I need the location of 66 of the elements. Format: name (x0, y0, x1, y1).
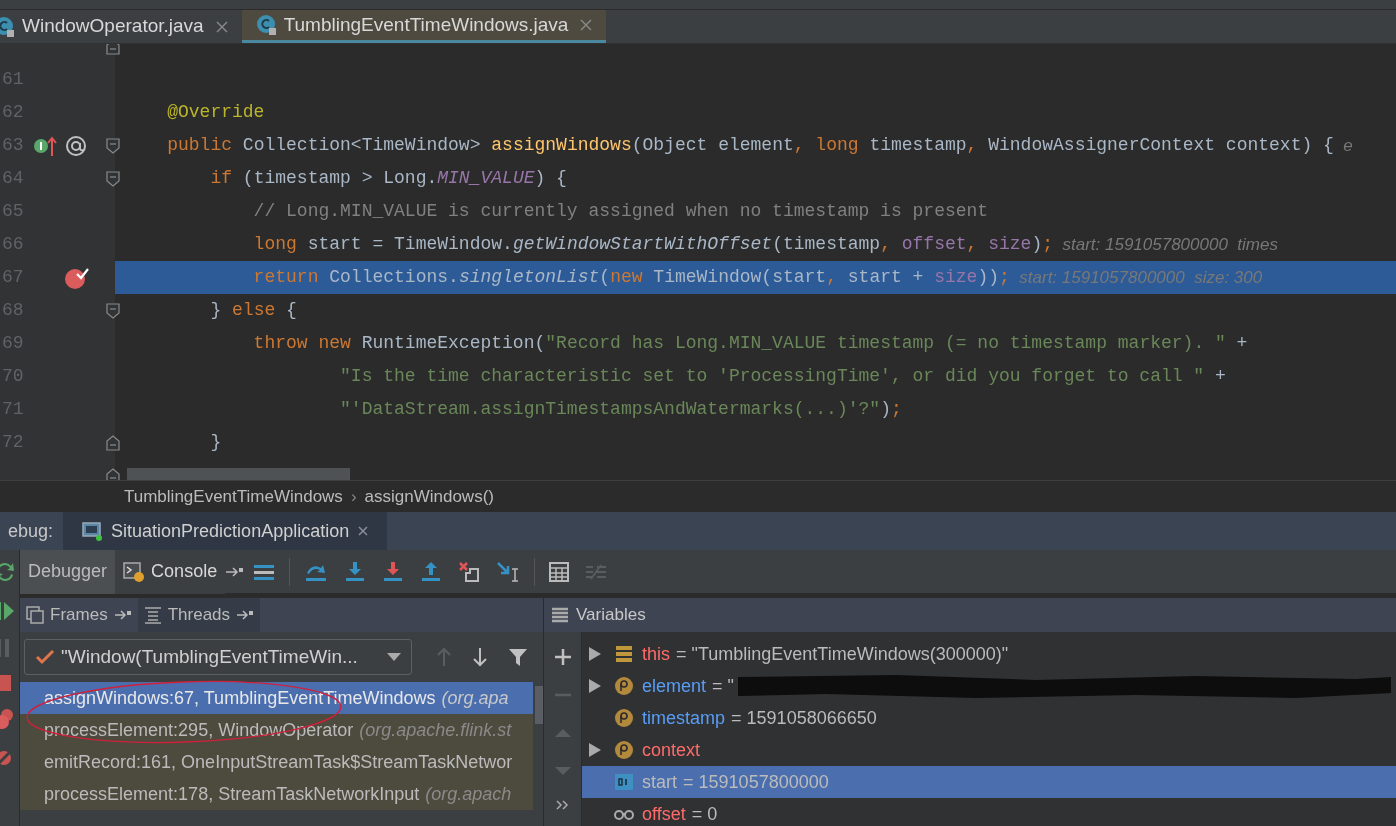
class-file-icon (0, 15, 16, 38)
force-step-into-icon[interactable] (382, 560, 405, 583)
console-icon (123, 560, 146, 583)
close-icon (215, 20, 228, 33)
panel-tab[interactable]: Threads (137, 598, 261, 632)
code-line: throw new RuntimeException("Record has Long.MIN_VALUE timestamp (= no timestamp marker). " + (252, 332, 1249, 355)
code-line: } else { (209, 299, 298, 322)
close-icon[interactable] (357, 525, 370, 537)
local-variable-icon (614, 772, 635, 792)
variable-row[interactable]: this = "TumblingEventTimeWindows(300000)" (582, 638, 1396, 670)
up-arrow-icon[interactable] (436, 647, 453, 667)
code-line: if (timestamp > Long.MIN_VALUE) { (209, 167, 568, 190)
more-icon[interactable] (555, 800, 570, 810)
scrollbar-thumb[interactable] (535, 686, 544, 724)
pin-icon (113, 609, 132, 621)
threads-icon (143, 606, 162, 624)
parameter-icon (614, 740, 635, 760)
code-line: @Override (166, 101, 266, 124)
pin-icon[interactable] (225, 565, 246, 578)
resume-icon[interactable] (0, 600, 14, 622)
stack-frame[interactable]: emitRecord:161, OneInputStreamTask$StreamTaskNetwor (20, 746, 534, 778)
scrollbar-thumb[interactable] (127, 468, 350, 480)
breadcrumb-item[interactable]: assignWindows() (364, 483, 494, 510)
panel-tab[interactable]: Frames (20, 598, 138, 632)
drop-frame-icon[interactable] (458, 560, 481, 583)
rerun-icon[interactable] (0, 560, 16, 584)
filter-icon[interactable] (508, 647, 529, 667)
class-file-icon (255, 14, 278, 36)
caret-icon (387, 653, 402, 661)
trace-icon[interactable] (585, 562, 608, 581)
debug-label: ebug: (8, 519, 54, 543)
tool-tab[interactable]: Debugger (20, 549, 116, 594)
check-icon (35, 649, 56, 665)
down-arrow-icon[interactable] (472, 647, 489, 667)
step-into-icon[interactable] (344, 560, 367, 583)
parameter-icon (614, 676, 635, 696)
code-line: // Long.MIN_VALUE is currently assigned when no timestamp is present (252, 200, 990, 223)
breadcrumb-item[interactable]: TumblingEventTimeWindows (124, 483, 343, 510)
pause-icon[interactable] (0, 638, 12, 658)
code-line: long start = TimeWindow.getWindowStartWithOffset(timestamp, offset, size); start: 1591057800000 times (252, 233, 1279, 256)
add-icon[interactable] (553, 648, 572, 666)
parameter-icon (614, 708, 635, 728)
panel-title: Variables (576, 604, 646, 627)
session-tab[interactable]: SituationPredictionApplication (63, 512, 388, 550)
frames-icon (26, 606, 45, 624)
variable-row[interactable]: offset = 0 (582, 798, 1396, 826)
breadcrumb-separator: › (350, 485, 357, 508)
application-window-icon (81, 521, 104, 541)
code-line: } (209, 431, 223, 454)
variable-row[interactable]: element = " (582, 670, 1396, 702)
field-icon (614, 644, 635, 664)
editor-tab[interactable]: TumblingEventTimeWindows.java (241, 10, 607, 43)
list-icon (552, 607, 569, 623)
stack-frame[interactable]: processElement:178, StreamTaskNetworkInput (org.apach (20, 778, 534, 810)
calculator-icon[interactable] (549, 561, 570, 582)
breakpoints-icon[interactable] (0, 708, 16, 730)
step-out-icon[interactable] (420, 560, 443, 583)
code-line: "Is the time characteristic set to 'ProcessingTime', or did you forget to call " + (339, 365, 1227, 388)
code-line: public Collection<TimeWindow> assignWindows(Object element, long timestamp, WindowAssignerContext context) { e (166, 134, 1354, 157)
pin-icon (236, 609, 255, 621)
variable-row[interactable]: timestamp = 1591058066650 (582, 702, 1396, 734)
thread-dropdown[interactable]: "Window(TumblingEventTimeWin... (24, 639, 413, 675)
code-line: "'DataStream.assignTimestampsAndWatermarks(...)'?"); (339, 398, 903, 421)
close-icon (580, 19, 593, 31)
variable-row[interactable]: context (582, 734, 1396, 766)
run-to-cursor-icon[interactable] (496, 560, 521, 583)
